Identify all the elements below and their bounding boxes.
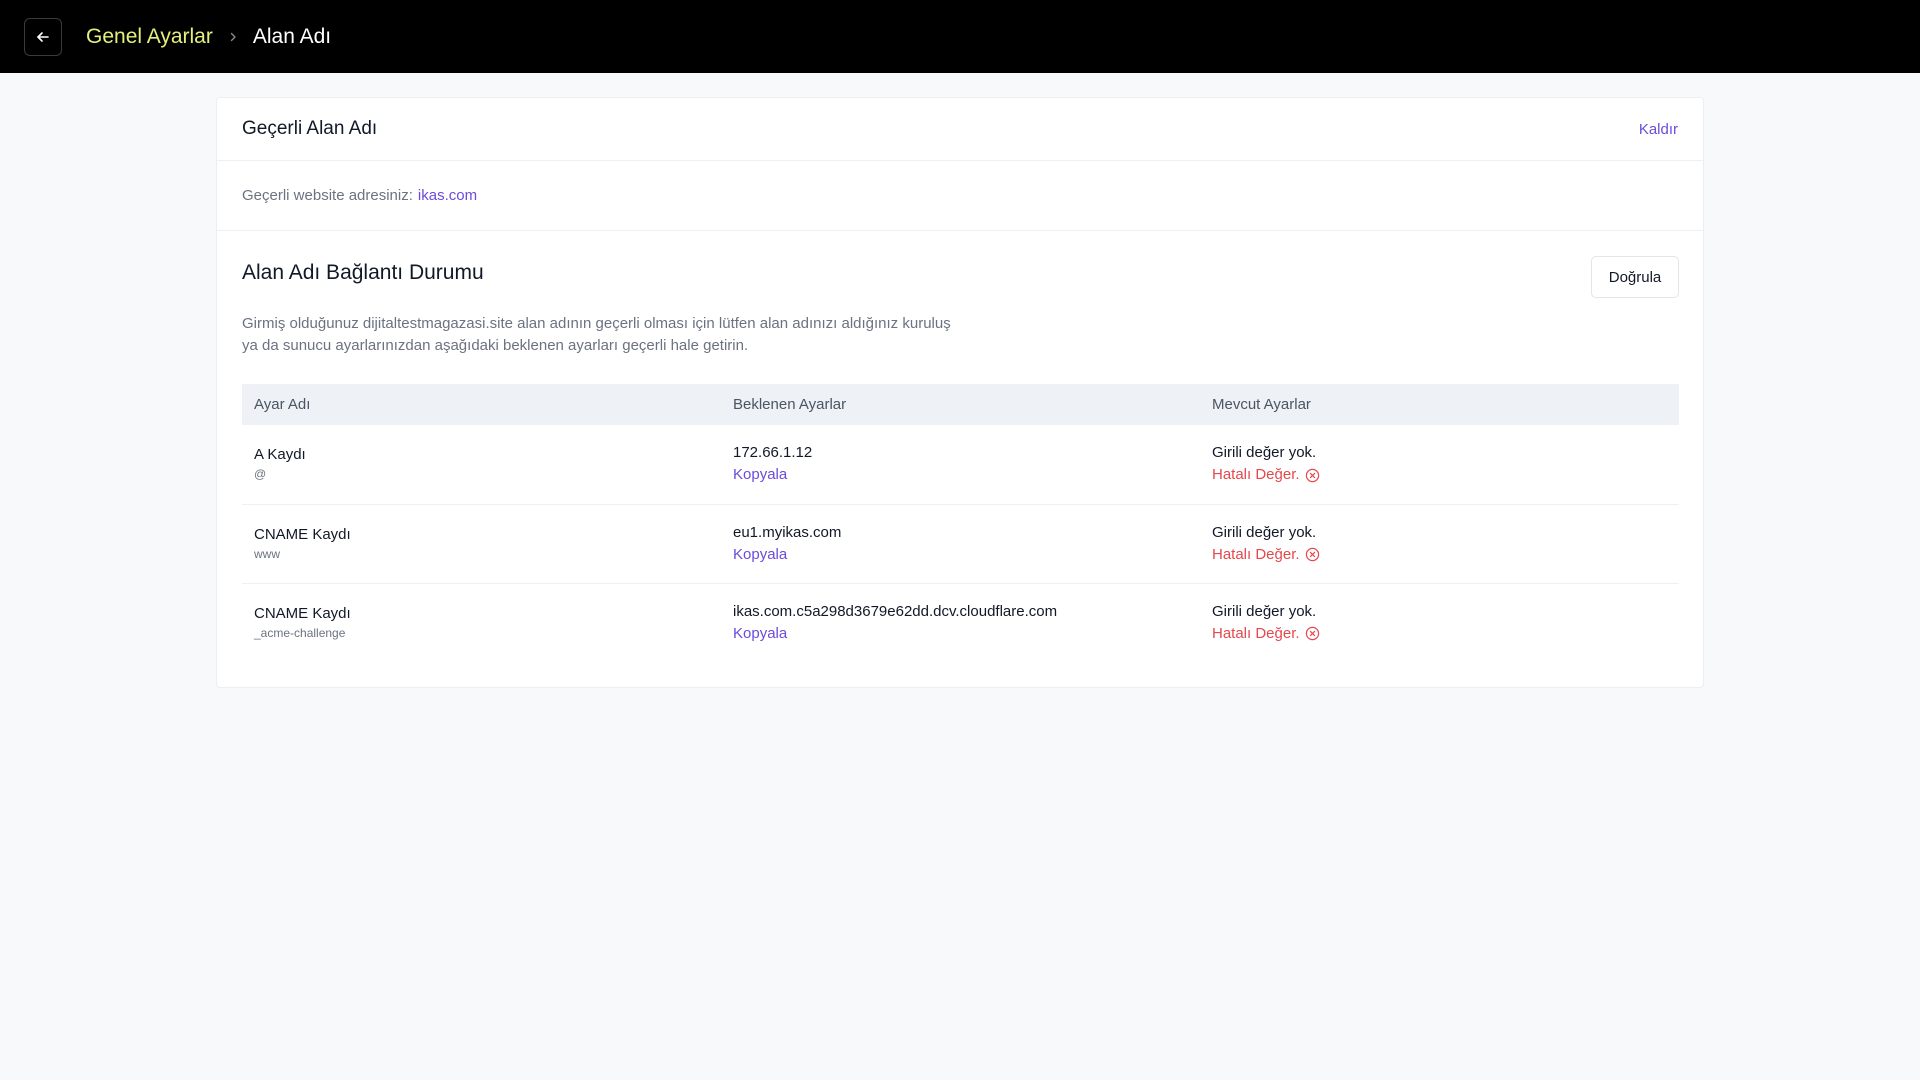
column-header-expected: Beklenen Ayarlar: [733, 396, 847, 413]
description-line-2: ya da sunucu ayarlarınızdan aşağıdaki be…: [242, 337, 749, 354]
current-domain-row: Geçerli website adresiniz: ikas.com: [217, 161, 1703, 231]
error-status: Hatalı Değer.: [1212, 623, 1679, 645]
error-circle-x-icon: [1305, 468, 1319, 482]
current-cell: Girili değer yok. Hatalı Değer.: [1200, 425, 1679, 504]
breadcrumb-current: Alan Adı: [252, 24, 332, 48]
record-host: _acme-challenge: [254, 625, 346, 640]
record-name-cell: A Kaydı @: [242, 425, 721, 504]
expected-cell: eu1.myikas.com Kopyala: [721, 504, 1200, 583]
dns-records-table: Ayar Adı Beklenen Ayarlar Mevcut Ayarlar…: [242, 384, 1679, 662]
arrow-left-icon: [37, 31, 49, 42]
chevron-right-icon: [227, 31, 239, 43]
expected-value: ikas.com.c5a298d3679e62dd.dcv.cloudflare…: [733, 602, 1058, 620]
error-status: Hatalı Değer.: [1212, 464, 1679, 486]
current-cell: Girili değer yok. Hatalı Değer.: [1200, 504, 1679, 583]
copy-link[interactable]: Kopyala: [733, 544, 787, 566]
connection-status-title: Alan Adı Bağlantı Durumu: [242, 261, 484, 284]
back-button[interactable]: [24, 17, 62, 56]
expected-value: eu1.myikas.com: [733, 523, 842, 541]
record-name-cell: CNAME Kaydı _acme-challenge: [242, 583, 721, 662]
copy-link[interactable]: Kopyala: [733, 464, 787, 486]
table-header-row: Ayar Adı Beklenen Ayarlar Mevcut Ayarlar: [242, 384, 1679, 425]
record-host: www: [254, 546, 280, 561]
domain-card: Geçerli Alan Adı Kaldır Geçerli website …: [216, 97, 1704, 688]
current-domain-link[interactable]: ikas.com: [418, 187, 477, 204]
table-row: CNAME Kaydı www eu1.myikas.com Kopyala G…: [242, 504, 1679, 583]
error-text: Hatalı Değer.: [1212, 466, 1300, 484]
record-name: CNAME Kaydı: [254, 525, 351, 543]
table-row: A Kaydı @ 172.66.1.12 Kopyala Girili değ…: [242, 425, 1679, 504]
connection-status-description: Girmiş olduğunuz dijitaltestmagazasi.sit…: [242, 313, 1002, 357]
column-header-current: Mevcut Ayarlar: [1212, 396, 1311, 413]
record-name: CNAME Kaydı: [254, 604, 351, 622]
expected-cell: ikas.com.c5a298d3679e62dd.dcv.cloudflare…: [721, 583, 1200, 662]
current-value: Girili değer yok.: [1212, 602, 1317, 620]
error-circle-x-icon: [1305, 627, 1319, 641]
record-name-cell: CNAME Kaydı www: [242, 504, 721, 583]
record-name: A Kaydı: [254, 446, 306, 464]
current-domain-description: Geçerli website adresiniz:: [242, 187, 413, 204]
remove-domain-link[interactable]: Kaldır: [1639, 121, 1678, 138]
current-domain-header: Geçerli Alan Adı Kaldır: [217, 98, 1703, 161]
breadcrumb-parent[interactable]: Genel Ayarlar: [86, 25, 213, 49]
record-host: @: [254, 467, 267, 482]
current-domain-title: Geçerli Alan Adı: [242, 118, 378, 139]
table-row: CNAME Kaydı _acme-challenge ikas.com.c5a…: [242, 583, 1679, 662]
error-text: Hatalı Değer.: [1212, 545, 1300, 563]
copy-link[interactable]: Kopyala: [733, 623, 787, 645]
expected-value: 172.66.1.12: [733, 444, 813, 462]
top-bar: Genel Ayarlar Alan Adı: [0, 0, 1920, 73]
expected-cell: 172.66.1.12 Kopyala: [721, 425, 1200, 504]
description-line-1: Girmiş olduğunuz dijitaltestmagazasi.sit…: [242, 315, 951, 332]
error-status: Hatalı Değer.: [1212, 544, 1679, 566]
column-header-setting-name: Ayar Adı: [254, 396, 311, 413]
verify-button[interactable]: Doğrula: [1591, 256, 1679, 298]
current-cell: Girili değer yok. Hatalı Değer.: [1200, 583, 1679, 662]
error-circle-x-icon: [1305, 547, 1319, 562]
error-text: Hatalı Değer.: [1212, 624, 1300, 642]
current-value: Girili değer yok.: [1212, 523, 1317, 541]
current-value: Girili değer yok.: [1212, 444, 1317, 462]
